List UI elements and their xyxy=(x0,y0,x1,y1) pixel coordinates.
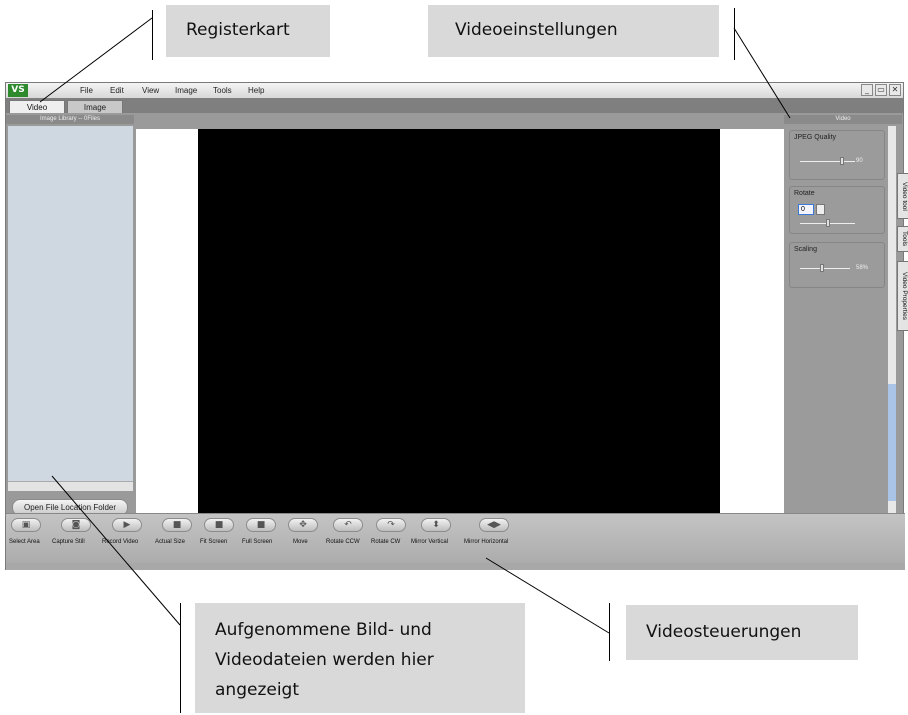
full-screen-label: Full Screen xyxy=(242,539,273,545)
callout-divider xyxy=(609,603,610,661)
fit-screen-icon[interactable]: ■ xyxy=(204,518,234,532)
side-tab-tools[interactable]: Tools xyxy=(897,226,908,252)
callout-divider xyxy=(152,10,153,60)
mirror-vertical-icon[interactable]: ⬍ xyxy=(421,518,451,532)
jpeg-quality-label: JPEG Quality xyxy=(794,134,837,141)
callout-videosteuerungen: Videosteuerungen xyxy=(626,605,858,660)
scrollbar-track-fill xyxy=(888,384,896,501)
rotate-cw-label: Rotate CW xyxy=(371,539,401,545)
callout-registerkarte: Registerkart xyxy=(166,5,330,57)
menu-help[interactable]: Help xyxy=(248,84,264,97)
video-panel-header: Video xyxy=(784,115,902,124)
rotate-ccw-icon[interactable]: ↶ xyxy=(333,518,363,532)
app-logo: VS xyxy=(8,84,28,97)
capture-still-label: Capture Still xyxy=(52,539,85,545)
callout-videoeinstellungen: Videoeinstellungen xyxy=(428,5,719,57)
settings-vertical-scrollbar[interactable] xyxy=(888,126,896,514)
tab-video[interactable]: Video xyxy=(9,100,65,113)
rotate-input[interactable]: 0 xyxy=(798,204,814,215)
select-area-icon[interactable]: ▣ xyxy=(11,518,41,532)
scaling-value: 58% xyxy=(856,265,869,271)
app-window: VS File Edit View Image Tools Help _ ▭ ✕… xyxy=(5,82,908,570)
video-panel-title: Video xyxy=(835,116,851,122)
title-bar: VS File Edit View Image Tools Help _ ▭ ✕ xyxy=(6,83,903,98)
callout-dateien: Aufgenommene Bild- und Videodateien werd… xyxy=(195,603,525,713)
mirror-horizontal-label: Mirror Horizontal xyxy=(464,539,509,545)
image-library-title: Image Library -- 0Files xyxy=(39,116,101,122)
full-screen-icon[interactable]: ■ xyxy=(246,518,276,532)
tab-image[interactable]: Image xyxy=(67,100,123,113)
minimize-icon[interactable]: _ xyxy=(861,84,873,96)
move-label: Move xyxy=(293,539,308,545)
rotate-stepper[interactable] xyxy=(816,204,825,215)
record-video-label: Record Video xyxy=(102,539,139,545)
video-settings-panel: JPEG Quality 90 Rotate 0 Scaling 58% xyxy=(784,126,896,514)
mirror-vertical-label: Mirror Vertical xyxy=(411,539,449,545)
menu-image[interactable]: Image xyxy=(175,84,197,97)
menu-edit[interactable]: Edit xyxy=(110,84,124,97)
callout-videoeinstellungen-text: Videoeinstellungen xyxy=(455,20,618,40)
scaling-label: Scaling xyxy=(794,246,817,253)
move-icon[interactable]: ✥ xyxy=(288,518,318,532)
rotate-label: Rotate xyxy=(794,190,815,197)
jpeg-quality-slider-thumb[interactable] xyxy=(840,157,844,165)
callout-dateien-line2: Videodateien werden hier xyxy=(215,650,434,670)
callout-videosteuerungen-text: Videosteuerungen xyxy=(646,622,802,642)
mirror-horizontal-icon[interactable]: ◀▶ xyxy=(479,518,509,532)
rotate-group: Rotate 0 xyxy=(789,186,885,234)
maximize-icon[interactable]: ▭ xyxy=(875,84,887,96)
callout-divider xyxy=(734,8,735,60)
rotate-ccw-label: Rotate CCW xyxy=(326,539,360,545)
jpeg-quality-value: 90 xyxy=(856,158,863,164)
fit-screen-label: Fit Screen xyxy=(200,539,228,545)
actual-size-label: Actual Size xyxy=(155,539,186,545)
image-library-header: Image Library -- 0Files xyxy=(6,115,134,124)
image-library-list[interactable] xyxy=(8,126,133,482)
scaling-slider[interactable] xyxy=(800,268,850,269)
menu-file[interactable]: File xyxy=(80,84,93,97)
scaling-slider-thumb[interactable] xyxy=(820,264,824,272)
jpeg-quality-slider[interactable] xyxy=(800,161,855,162)
scaling-group: Scaling 58% xyxy=(789,242,885,288)
library-horizontal-scrollbar[interactable] xyxy=(8,481,133,491)
side-tab-video-properties[interactable]: Video Properties xyxy=(897,261,908,331)
callout-divider xyxy=(180,603,181,713)
side-tab-video-tool[interactable]: Video tool xyxy=(897,173,908,219)
menu-view[interactable]: View xyxy=(142,84,159,97)
record-icon[interactable]: ▶ xyxy=(112,518,142,532)
close-icon[interactable]: ✕ xyxy=(889,84,901,96)
jpeg-quality-group: JPEG Quality 90 xyxy=(789,130,885,180)
callout-registerkarte-text: Registerkart xyxy=(186,20,290,40)
video-controls-toolbar: ▣ Select Area ◙ Capture Still ▶ Record V… xyxy=(6,513,905,563)
video-preview[interactable] xyxy=(198,129,720,513)
rotate-cw-icon[interactable]: ↷ xyxy=(376,518,406,532)
rotate-slider-thumb[interactable] xyxy=(826,219,830,227)
camera-icon[interactable]: ◙ xyxy=(61,518,91,532)
callout-dateien-line1: Aufgenommene Bild- und xyxy=(215,620,432,640)
status-bar xyxy=(6,563,905,570)
menu-tools[interactable]: Tools xyxy=(213,84,232,97)
callout-dateien-line3: angezeigt xyxy=(215,680,300,700)
tab-bar: Video Image xyxy=(6,98,903,113)
select-area-label: Select Area xyxy=(9,539,40,545)
actual-size-icon[interactable]: ■ xyxy=(162,518,192,532)
